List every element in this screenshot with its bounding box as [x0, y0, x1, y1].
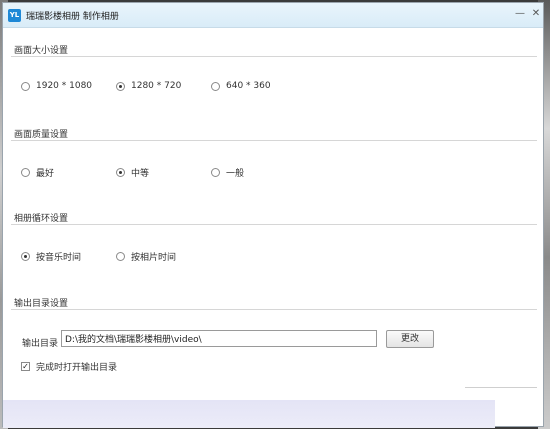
quality-option-medium-label: 中等	[131, 169, 150, 179]
radio-640[interactable]	[211, 81, 220, 91]
footer-divider	[465, 387, 537, 388]
output-section-heading: 输出目录设置	[14, 299, 69, 309]
loop-section-divider	[11, 224, 537, 225]
radio-medium[interactable]	[116, 168, 125, 177]
radio-best[interactable]	[21, 168, 30, 177]
output-dir-label: 输出目录	[22, 339, 59, 349]
size-option-1920[interactable]: 1920 * 1080	[21, 81, 92, 91]
output-section-divider	[11, 309, 537, 310]
loop-option-photo[interactable]: 按相片时间	[116, 250, 176, 263]
size-section-divider	[11, 56, 537, 57]
title-bar[interactable]: YL 瑞瑞影楼相册 制作相册 — ✕	[3, 3, 543, 28]
radio-1280[interactable]	[116, 81, 125, 91]
quality-section-divider	[11, 140, 537, 141]
size-option-640[interactable]: 640 * 360	[211, 81, 271, 91]
open-on-finish-option[interactable]: ✓ 完成时打开输出目录	[21, 360, 117, 373]
size-option-640-label: 640 * 360	[226, 81, 271, 91]
size-option-1280[interactable]: 1280 * 720	[116, 81, 181, 91]
close-button[interactable]: ✕	[529, 8, 543, 20]
open-on-finish-checkbox[interactable]: ✓	[21, 362, 30, 371]
quality-option-best[interactable]: 最好	[21, 166, 54, 179]
output-dir-input[interactable]	[61, 330, 377, 347]
minimize-button[interactable]: —	[513, 8, 527, 20]
radio-photo-time[interactable]	[116, 252, 125, 261]
quality-section-heading: 画面质量设置	[14, 130, 69, 140]
quality-option-best-label: 最好	[36, 169, 55, 179]
bottom-bar	[3, 400, 495, 428]
radio-normal[interactable]	[211, 168, 220, 177]
quality-option-normal-label: 一般	[226, 169, 245, 179]
change-dir-button[interactable]: 更改	[386, 330, 434, 348]
quality-option-normal[interactable]: 一般	[211, 166, 244, 179]
loop-option-photo-label: 按相片时间	[131, 253, 177, 263]
loop-option-music[interactable]: 按音乐时间	[21, 250, 81, 263]
size-option-1280-label: 1280 * 720	[131, 81, 182, 91]
radio-music-time[interactable]	[21, 252, 30, 261]
radio-1920[interactable]	[21, 81, 30, 91]
settings-window: YL 瑞瑞影楼相册 制作相册 — ✕ 画面大小设置 1920 * 1080 12…	[2, 2, 544, 428]
size-section-heading: 画面大小设置	[14, 46, 69, 56]
loop-option-music-label: 按音乐时间	[36, 253, 82, 263]
window-title: 瑞瑞影楼相册 制作相册	[26, 12, 119, 22]
app-logo-icon: YL	[8, 9, 21, 22]
open-on-finish-label: 完成时打开输出目录	[36, 363, 118, 373]
size-option-1920-label: 1920 * 1080	[36, 81, 93, 91]
quality-option-medium[interactable]: 中等	[116, 166, 149, 179]
loop-section-heading: 相册循环设置	[14, 214, 69, 224]
